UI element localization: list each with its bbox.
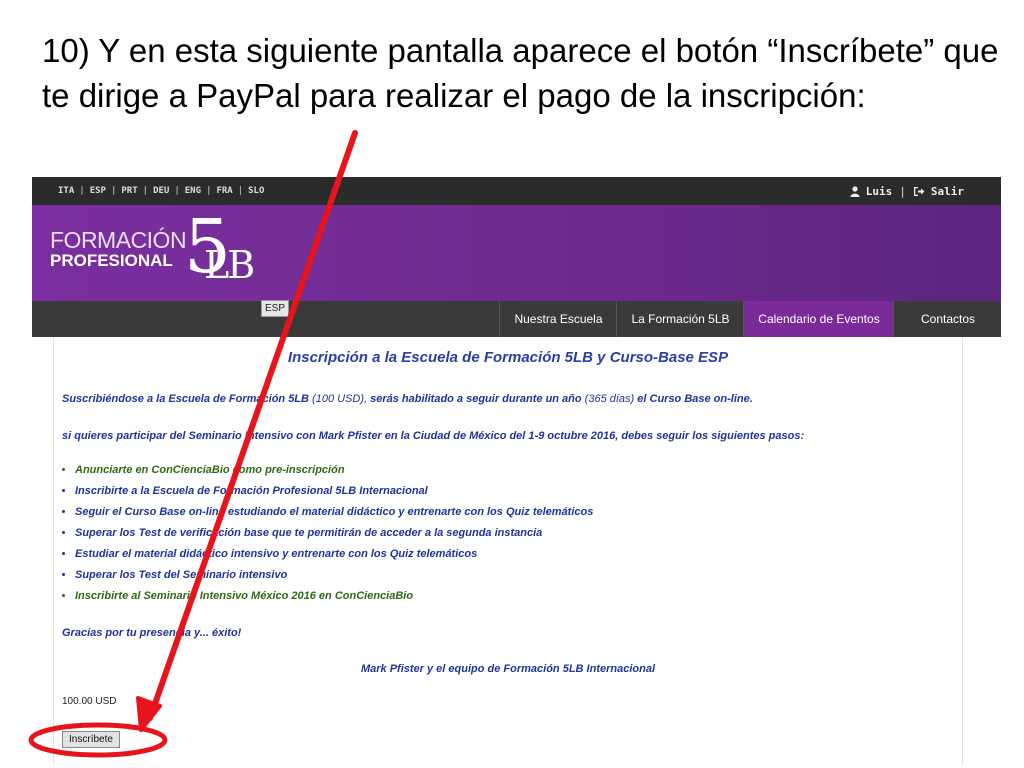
price-label: 100.00 USD: [62, 696, 117, 707]
step-item: Estudiar el material didáctico intensivo…: [75, 548, 593, 569]
intro-part: el Curso Base on-line.: [637, 393, 753, 405]
lang-separator: |: [206, 186, 212, 196]
lang-separator: |: [142, 186, 149, 196]
logo-line1: FORMACIÓN: [50, 227, 187, 253]
step-item: Superar los Test de verificación base qu…: [75, 527, 593, 548]
lang-separator: |: [79, 186, 85, 196]
intro-text: Suscribiéndose a la Escuela de Formación…: [62, 393, 753, 405]
logo-lb: LB: [204, 243, 255, 287]
lang-slo[interactable]: SLO: [245, 186, 267, 196]
lang-separator: |: [237, 186, 244, 196]
intro-part: serás habilitado a seguir durante un año: [370, 393, 582, 405]
logo-line2: PROFESIONAL: [50, 251, 173, 270]
lang-deu[interactable]: DEU: [150, 186, 172, 196]
user-name[interactable]: Luis: [866, 185, 893, 198]
step-item: Superar los Test del Seminario intensivo: [75, 569, 593, 590]
lang-separator: |: [110, 186, 117, 196]
nav-contactos[interactable]: Contactos: [893, 301, 1002, 337]
logout-icon[interactable]: [913, 186, 925, 197]
step-item: Inscribirte al Seminario Intensivo Méxic…: [75, 590, 593, 611]
lang-eng[interactable]: ENG: [182, 186, 204, 196]
steps-list: Anunciarte en ConCienciaBio como pre-ins…: [60, 464, 593, 611]
lang-prt[interactable]: PRT: [118, 186, 140, 196]
lang-esp[interactable]: ESP: [87, 186, 109, 196]
step-item: Anunciarte en ConCienciaBio como pre-ins…: [75, 464, 593, 485]
nav-calendario-eventos[interactable]: Calendario de Eventos: [743, 301, 894, 337]
content-title: Inscripción a la Escuela de Formación 5L…: [287, 349, 729, 366]
lang-ita[interactable]: ITA: [55, 186, 77, 196]
user-icon: [850, 185, 860, 197]
instructions-text: si quieres participar del Seminario Inte…: [62, 430, 805, 442]
intro-part: Suscribiéndose a la Escuela de Formación…: [62, 393, 309, 405]
thanks-text: Gracias por tu presencia y... éxito!: [62, 627, 242, 639]
inscribete-button[interactable]: Inscríbete: [62, 731, 120, 748]
signature-text: Mark Pfister y el equipo de Formación 5L…: [360, 663, 655, 675]
language-selector: ITA | ESP | PRT | DEU | ENG | FRA | SLO: [55, 177, 267, 205]
nav-nuestra-escuela[interactable]: Nuestra Escuela: [499, 301, 617, 337]
slide-title: 10) Y en esta siguiente pantalla aparece…: [42, 32, 999, 114]
logout-link[interactable]: Salir: [931, 185, 964, 198]
header-banner: FORMACIÓN PROFESIONAL 5 LB: [32, 204, 1001, 301]
top-bar: ITA | ESP | PRT | DEU | ENG | FRA | SLO Luis |…: [32, 177, 1001, 205]
content-panel: Inscripción a la Escuela de Formación 5L…: [53, 337, 963, 765]
nav-formacion-5lb[interactable]: La Formación 5LB: [616, 301, 744, 337]
intro-part: (100 USD),: [308, 393, 371, 405]
user-separator: |: [899, 184, 906, 198]
lang-separator: |: [174, 186, 180, 196]
intro-part: (365 días): [581, 393, 638, 405]
language-tooltip: ESP: [261, 300, 290, 317]
step-item: Seguir el Curso Base on-line estudiando …: [75, 506, 593, 527]
step-item: Inscribirte a la Escuela de Formación Pr…: [75, 485, 593, 506]
user-menu: Luis | Salir: [850, 177, 964, 205]
lang-fra[interactable]: FRA: [213, 186, 235, 196]
main-nav: Nuestra Escuela La Formación 5LB Calenda…: [32, 301, 1001, 337]
